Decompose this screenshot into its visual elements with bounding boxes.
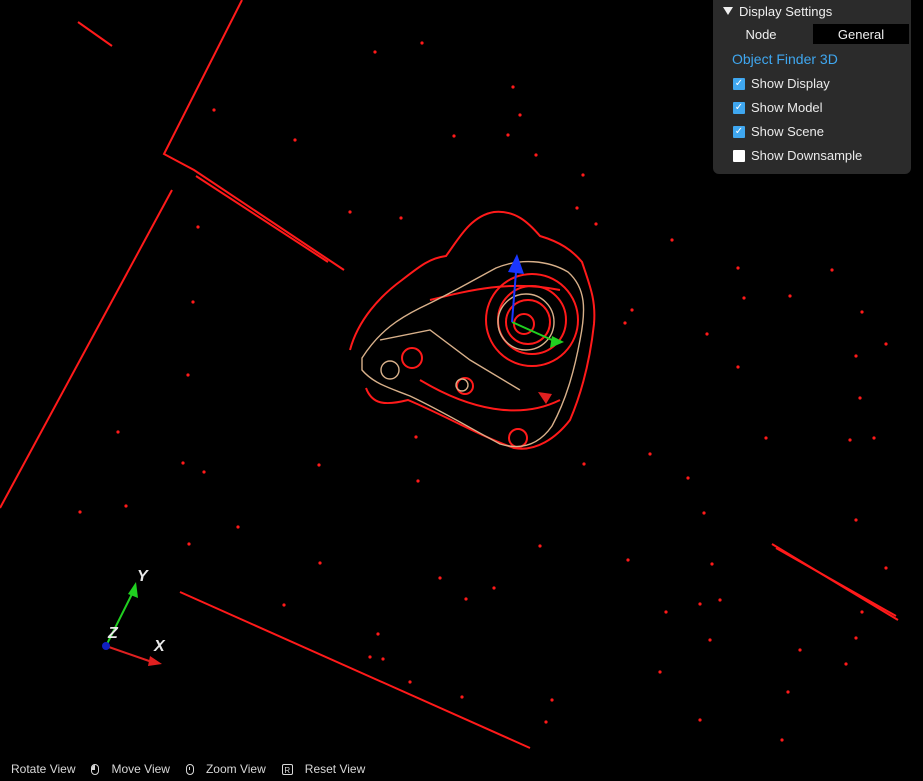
move-view-label: Move View (111, 762, 170, 776)
option-show-scene[interactable]: ✓ Show Scene (733, 124, 824, 139)
axis-z-label: Z (108, 625, 118, 642)
view-controls-status-bar: Rotate View Move View Zoom View R Reset … (0, 757, 923, 781)
display-settings-title: Display Settings (739, 3, 833, 19)
display-settings-header[interactable]: Display Settings (723, 2, 832, 20)
scene-ring (485, 273, 579, 367)
model-edge (379, 329, 521, 391)
scene-ring (508, 428, 528, 448)
tab-general[interactable]: General (813, 24, 909, 44)
scene-edge-line (162, 0, 345, 271)
tab-node[interactable]: Node (713, 24, 809, 44)
display-settings-panel: Display Settings Node General Object Fin… (713, 0, 911, 174)
axis-y-label: Y (137, 568, 148, 585)
reset-view-label: Reset View (304, 762, 366, 776)
mouse-middle-icon (185, 763, 194, 775)
hint-rotate-view: Rotate View Move View Zoom View R Reset … (11, 762, 365, 776)
scene-edge-line (775, 547, 897, 617)
scene-edge-line (77, 21, 113, 47)
model-ring (380, 360, 400, 380)
checkmark-icon: ✓ (734, 77, 744, 89)
keyboard-r-icon: R (281, 763, 293, 775)
scene-edge-line (0, 189, 173, 509)
show-scene-label: Show Scene (751, 124, 824, 139)
model-outline (361, 260, 585, 448)
axis-indicator: Y Z X (96, 568, 176, 668)
option-show-model[interactable]: ✓ Show Model (733, 100, 823, 115)
axis-x-arrowhead (148, 656, 162, 666)
mouse-left-icon (91, 763, 100, 775)
option-show-display[interactable]: ✓ Show Display (733, 76, 830, 91)
scene-arc (419, 379, 561, 412)
axis-z-origin (102, 642, 110, 650)
show-model-checkbox[interactable]: ✓ (733, 101, 745, 114)
axis-x-label: X (154, 638, 165, 655)
collapse-triangle-icon[interactable] (723, 7, 733, 15)
scene-ring (401, 347, 423, 369)
rotate-view-label: Rotate View (11, 762, 76, 776)
checkmark-icon: ✓ (734, 125, 744, 137)
model-point-cloud (361, 260, 585, 448)
show-model-label: Show Model (751, 100, 823, 115)
object-finder-section-title: Object Finder 3D (732, 51, 838, 67)
show-downsample-label: Show Downsample (751, 148, 863, 163)
axis-x-line (105, 645, 153, 663)
reset-key-glyph: R (281, 763, 293, 775)
pose-axis-y-head (538, 392, 552, 404)
show-scene-checkbox[interactable]: ✓ (733, 125, 745, 138)
show-display-label: Show Display (751, 76, 830, 91)
show-downsample-checkbox[interactable] (733, 149, 745, 162)
option-show-downsample[interactable]: Show Downsample (733, 148, 862, 163)
settings-tabs: Node General (713, 24, 911, 44)
scene-edge-line (195, 175, 329, 263)
scene-edge-line (179, 591, 531, 749)
checkmark-icon: ✓ (734, 101, 744, 113)
zoom-view-label: Zoom View (205, 762, 266, 776)
show-display-checkbox[interactable]: ✓ (733, 77, 745, 90)
